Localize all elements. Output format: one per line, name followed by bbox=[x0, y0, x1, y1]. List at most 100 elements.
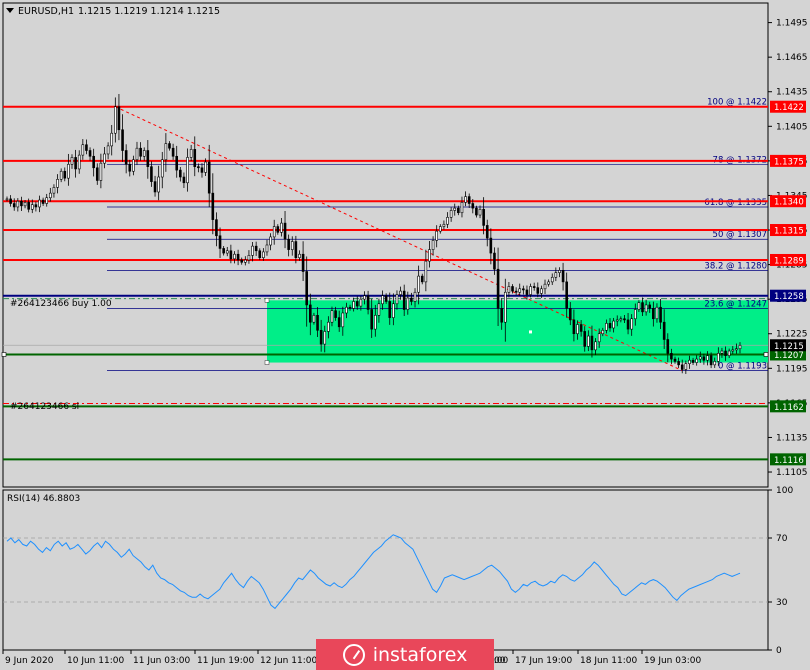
zone-center-handle bbox=[529, 330, 532, 334]
candle-body bbox=[330, 310, 334, 323]
candle-body bbox=[587, 335, 590, 347]
candle-body bbox=[648, 304, 652, 309]
candle-body bbox=[204, 161, 207, 173]
candle-body bbox=[702, 356, 706, 361]
candle-body bbox=[399, 290, 402, 295]
candle-body bbox=[489, 237, 493, 254]
candle-body bbox=[612, 320, 615, 329]
entry-handle bbox=[763, 352, 769, 357]
price-level-label: 1.1422 bbox=[774, 103, 804, 113]
candle-body bbox=[218, 235, 222, 249]
candle-body bbox=[500, 308, 503, 323]
candle-body bbox=[720, 350, 724, 354]
candle-body bbox=[5, 198, 9, 201]
candle-body bbox=[355, 301, 359, 307]
candle-body bbox=[164, 143, 168, 161]
candle-body bbox=[52, 187, 56, 194]
candle-body bbox=[435, 230, 438, 241]
candle-body bbox=[594, 341, 597, 351]
candle-body bbox=[420, 275, 424, 283]
candle-body bbox=[601, 329, 605, 335]
candle-body bbox=[244, 259, 247, 263]
candle-body bbox=[518, 288, 522, 293]
candle-body bbox=[294, 241, 298, 258]
candle-body bbox=[731, 349, 735, 352]
candle-body bbox=[572, 319, 576, 335]
candle-body bbox=[550, 276, 554, 283]
candle-body bbox=[529, 286, 532, 295]
candle-body bbox=[81, 144, 85, 156]
candle-body bbox=[583, 331, 587, 347]
price-tick-label: 1.1435 bbox=[776, 88, 808, 98]
candle-body bbox=[298, 253, 301, 258]
candle-body bbox=[114, 106, 117, 134]
candle-body bbox=[179, 169, 182, 178]
candle-body bbox=[554, 272, 558, 278]
candle-body bbox=[171, 147, 175, 157]
time-tick-label: 12 Jun 11:00 bbox=[260, 656, 317, 666]
symbol-label: EURUSD,H1 bbox=[18, 6, 74, 17]
candle-body bbox=[698, 356, 702, 360]
candle-body bbox=[280, 222, 283, 233]
candle-body bbox=[677, 361, 680, 366]
candle-body bbox=[146, 150, 150, 167]
candle-body bbox=[121, 129, 124, 151]
candle-body bbox=[240, 259, 244, 263]
candle-body bbox=[12, 203, 16, 208]
candle-body bbox=[272, 226, 276, 238]
price-tick-label: 1.1465 bbox=[776, 53, 808, 63]
candle-body bbox=[565, 281, 568, 309]
candle-body bbox=[449, 210, 453, 218]
candle-body bbox=[735, 348, 738, 351]
candle-body bbox=[27, 202, 30, 210]
candle-body bbox=[464, 196, 467, 203]
candle-body bbox=[417, 275, 420, 293]
candle-body bbox=[30, 204, 34, 210]
time-tick-label: 11 Jun 19:00 bbox=[197, 656, 254, 666]
candle-body bbox=[309, 304, 312, 323]
candle-body bbox=[319, 329, 323, 345]
time-tick-label: 10 Jun 11:00 bbox=[67, 656, 124, 666]
candle-body bbox=[45, 197, 49, 204]
candle-body bbox=[276, 226, 280, 233]
candle-body bbox=[77, 154, 81, 170]
candle-body bbox=[189, 149, 193, 158]
candle-body bbox=[626, 319, 630, 330]
price-level-label: 1.1375 bbox=[774, 157, 804, 167]
candle-body bbox=[352, 301, 355, 309]
candle-body bbox=[503, 291, 507, 323]
watermark-text: instaforex bbox=[372, 643, 468, 666]
candle-body bbox=[453, 207, 457, 211]
candle-body bbox=[713, 361, 717, 366]
candle-body bbox=[431, 240, 435, 250]
candle-body bbox=[493, 252, 496, 270]
candle-body bbox=[590, 335, 594, 351]
candle-body bbox=[727, 350, 731, 356]
price-level-label: 1.1116 bbox=[774, 456, 804, 466]
candle-body bbox=[471, 203, 475, 209]
candle-body bbox=[128, 164, 132, 172]
candle-body bbox=[558, 270, 561, 273]
candle-body bbox=[290, 241, 294, 250]
candle-body bbox=[233, 253, 236, 260]
candle-body bbox=[630, 318, 633, 330]
candle-body bbox=[395, 294, 399, 305]
price-level-label: 1.1258 bbox=[774, 292, 804, 302]
candle-body bbox=[251, 245, 254, 256]
zone-handle bbox=[264, 360, 270, 365]
candle-body bbox=[514, 290, 518, 293]
candle-body bbox=[691, 359, 695, 363]
candle-body bbox=[215, 219, 218, 237]
candle-body bbox=[103, 153, 106, 164]
candle-body bbox=[135, 147, 139, 161]
candle-body bbox=[384, 295, 388, 302]
candle-body bbox=[41, 199, 45, 204]
rsi-tick-label: 0 bbox=[776, 646, 782, 656]
candle-body bbox=[16, 200, 20, 208]
rsi-tick-label: 30 bbox=[776, 598, 788, 608]
candle-body bbox=[49, 192, 52, 199]
candle-body bbox=[381, 295, 384, 305]
entry-label: 1.1207 bbox=[774, 351, 804, 361]
candle-body bbox=[688, 359, 691, 364]
candle-body bbox=[536, 287, 540, 294]
